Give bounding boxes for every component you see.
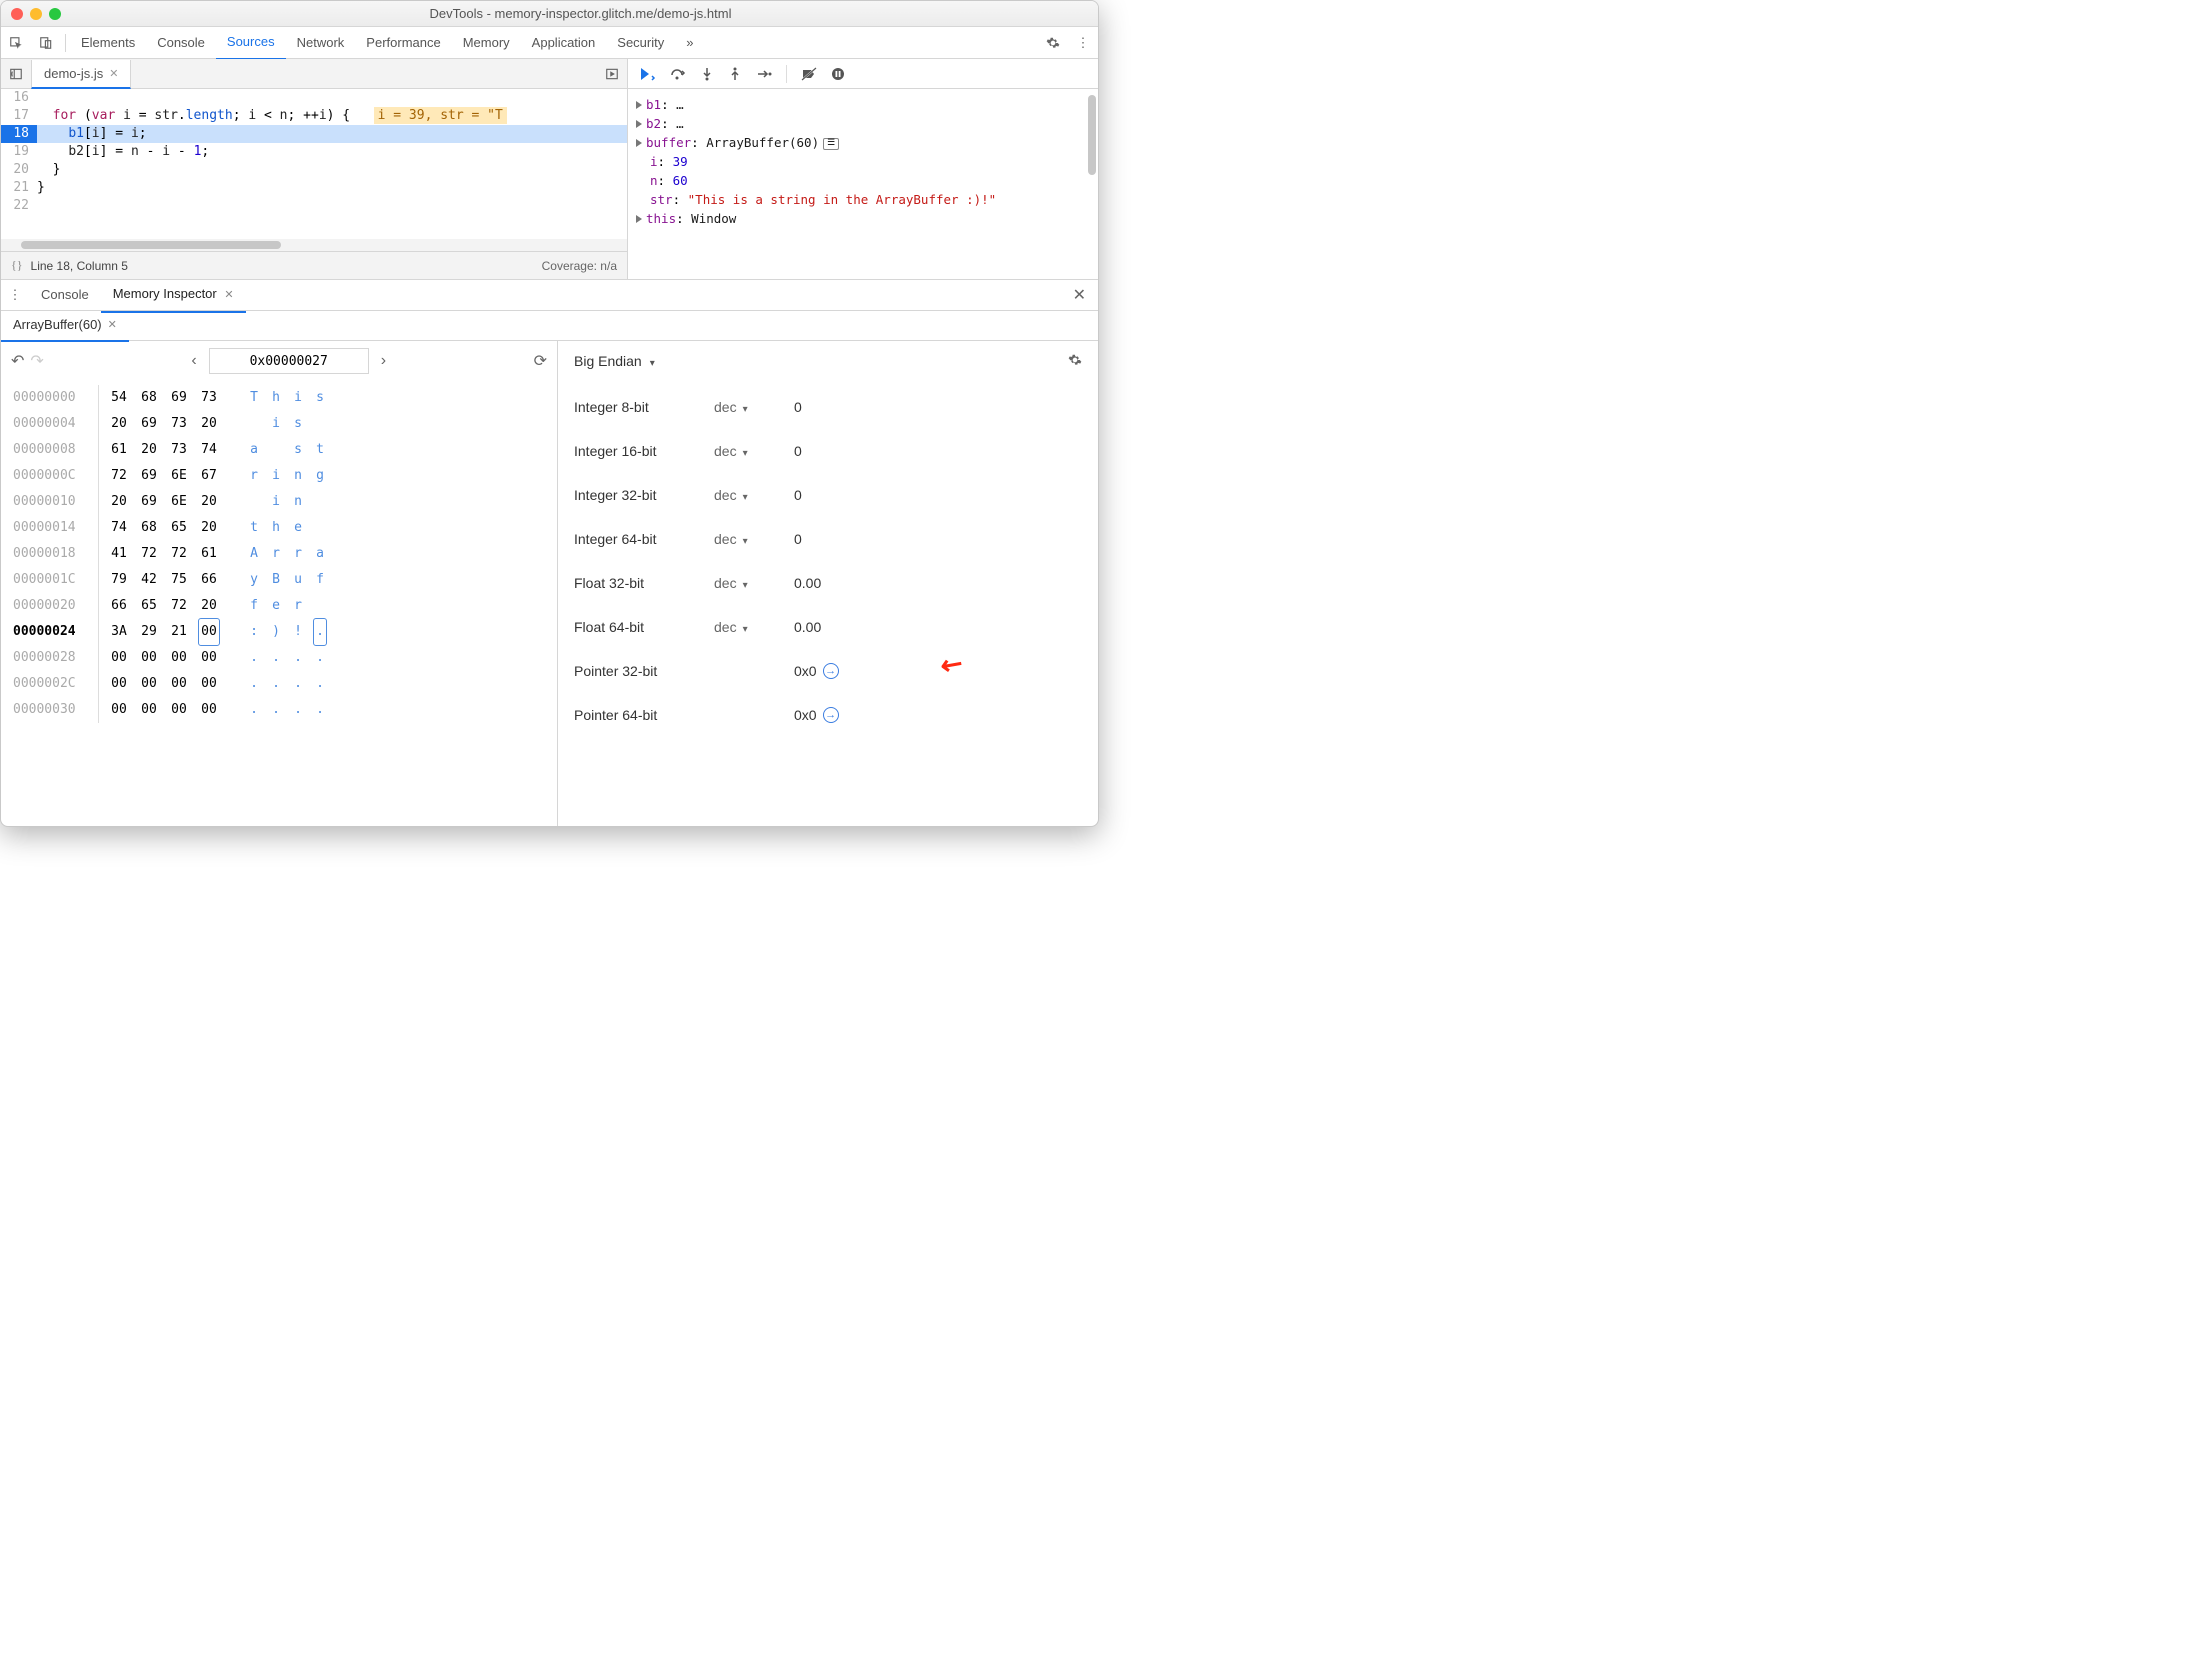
value-row: Integer 32-bitdec0	[574, 473, 1082, 517]
close-icon[interactable]: ✕	[109, 67, 118, 80]
file-tab-label: demo-js.js	[44, 66, 103, 81]
pretty-print-icon[interactable]: {}	[11, 258, 23, 273]
memory-inspector-icon[interactable]: ☰	[823, 138, 839, 150]
redo-button[interactable]: ↷	[30, 351, 43, 371]
settings-icon[interactable]	[1038, 36, 1068, 50]
tab-security[interactable]: Security	[606, 27, 675, 59]
tab-performance[interactable]: Performance	[355, 27, 451, 59]
deactivate-breakpoints-button[interactable]	[801, 67, 817, 81]
value-row: Integer 16-bitdec0	[574, 429, 1082, 473]
value-settings-icon[interactable]	[1068, 353, 1082, 370]
value-row: Pointer 32-bit0x0 →	[574, 649, 1082, 693]
jump-to-address-button[interactable]: →	[823, 707, 839, 723]
step-out-button[interactable]	[728, 67, 742, 81]
window-title: DevTools - memory-inspector.glitch.me/de…	[73, 6, 1088, 21]
display-mode-select[interactable]: dec	[714, 531, 794, 547]
run-snippet-icon[interactable]	[597, 67, 627, 81]
more-tabs-button[interactable]: »	[675, 27, 704, 59]
inspect-element-icon[interactable]	[1, 36, 31, 50]
display-mode-select[interactable]: dec	[714, 443, 794, 459]
tab-sources[interactable]: Sources	[216, 26, 286, 60]
value-row: Float 32-bitdec0.00	[574, 561, 1082, 605]
devtools-tabs: ElementsConsoleSourcesNetworkPerformance…	[1, 27, 1098, 59]
value-row: Pointer 64-bit0x0 →	[574, 693, 1082, 737]
value-row: Integer 8-bitdec0	[574, 385, 1082, 429]
scope-panel: b1: … b2: … buffer: ArrayBuffer(60)☰ i: …	[628, 89, 1098, 234]
drawer-menu-icon[interactable]: ⋮	[1, 287, 29, 303]
next-page-button[interactable]: ›	[373, 348, 394, 374]
drawer-tabs: ⋮ ConsoleMemory Inspector ✕ ✕	[1, 279, 1098, 311]
cursor-position: Line 18, Column 5	[31, 259, 128, 273]
close-icon[interactable]: ✕	[108, 310, 117, 340]
tab-console[interactable]: Console	[146, 27, 216, 59]
horizontal-scrollbar[interactable]	[1, 239, 627, 251]
step-over-button[interactable]	[670, 67, 686, 81]
debugger-sidebar: b1: … b2: … buffer: ArrayBuffer(60)☰ i: …	[628, 59, 1098, 279]
drawer-tab-memory-inspector[interactable]: Memory Inspector ✕	[101, 278, 246, 313]
pause-on-exceptions-button[interactable]	[831, 67, 845, 81]
display-mode-select[interactable]: dec	[714, 575, 794, 591]
display-mode-select[interactable]: dec	[714, 487, 794, 503]
drawer-tab-console[interactable]: Console	[29, 279, 101, 311]
tab-elements[interactable]: Elements	[70, 27, 146, 59]
value-row: Float 64-bitdec0.00	[574, 605, 1082, 649]
more-menu-icon[interactable]: ⋮	[1068, 35, 1098, 51]
refresh-button[interactable]: ⟳	[534, 351, 547, 371]
step-into-button[interactable]	[700, 67, 714, 81]
file-tab-demo-js[interactable]: demo-js.js ✕	[31, 60, 131, 89]
scope-scrollbar[interactable]	[1088, 95, 1096, 175]
display-mode-select[interactable]: dec	[714, 619, 794, 635]
devtools-window: DevTools - memory-inspector.glitch.me/de…	[0, 0, 1099, 827]
minimize-window-button[interactable]	[30, 8, 42, 20]
device-toolbar-icon[interactable]	[31, 36, 61, 50]
address-input[interactable]	[209, 348, 369, 374]
display-mode-select[interactable]: dec	[714, 399, 794, 415]
close-drawer-button[interactable]: ✕	[1061, 285, 1098, 305]
step-button[interactable]	[756, 67, 772, 81]
tab-application[interactable]: Application	[521, 27, 607, 59]
resume-button[interactable]	[640, 67, 656, 81]
undo-button[interactable]: ↶	[11, 351, 24, 371]
buffer-tab[interactable]: ArrayBuffer(60) ✕	[1, 310, 129, 342]
prev-page-button[interactable]: ‹	[183, 348, 204, 374]
tab-memory[interactable]: Memory	[452, 27, 521, 59]
endianness-select[interactable]: Big Endian	[574, 353, 655, 369]
code-editor[interactable]: 1617 for (var i = str.length; i < n; ++i…	[1, 89, 627, 239]
zoom-window-button[interactable]	[49, 8, 61, 20]
jump-to-address-button[interactable]: →	[823, 663, 839, 679]
value-row: Integer 64-bitdec0	[574, 517, 1082, 561]
tab-network[interactable]: Network	[286, 27, 356, 59]
sources-panel: demo-js.js ✕ 1617 for (var i = str.lengt…	[1, 59, 628, 279]
navigator-toggle-icon[interactable]	[1, 67, 31, 81]
close-window-button[interactable]	[11, 8, 23, 20]
buffer-tab-label: ArrayBuffer(60)	[13, 310, 102, 340]
hex-viewer[interactable]: 0000000054686973This0000000420697320 is …	[1, 381, 557, 727]
coverage-status: Coverage: n/a	[542, 259, 617, 273]
title-bar: DevTools - memory-inspector.glitch.me/de…	[1, 1, 1098, 27]
